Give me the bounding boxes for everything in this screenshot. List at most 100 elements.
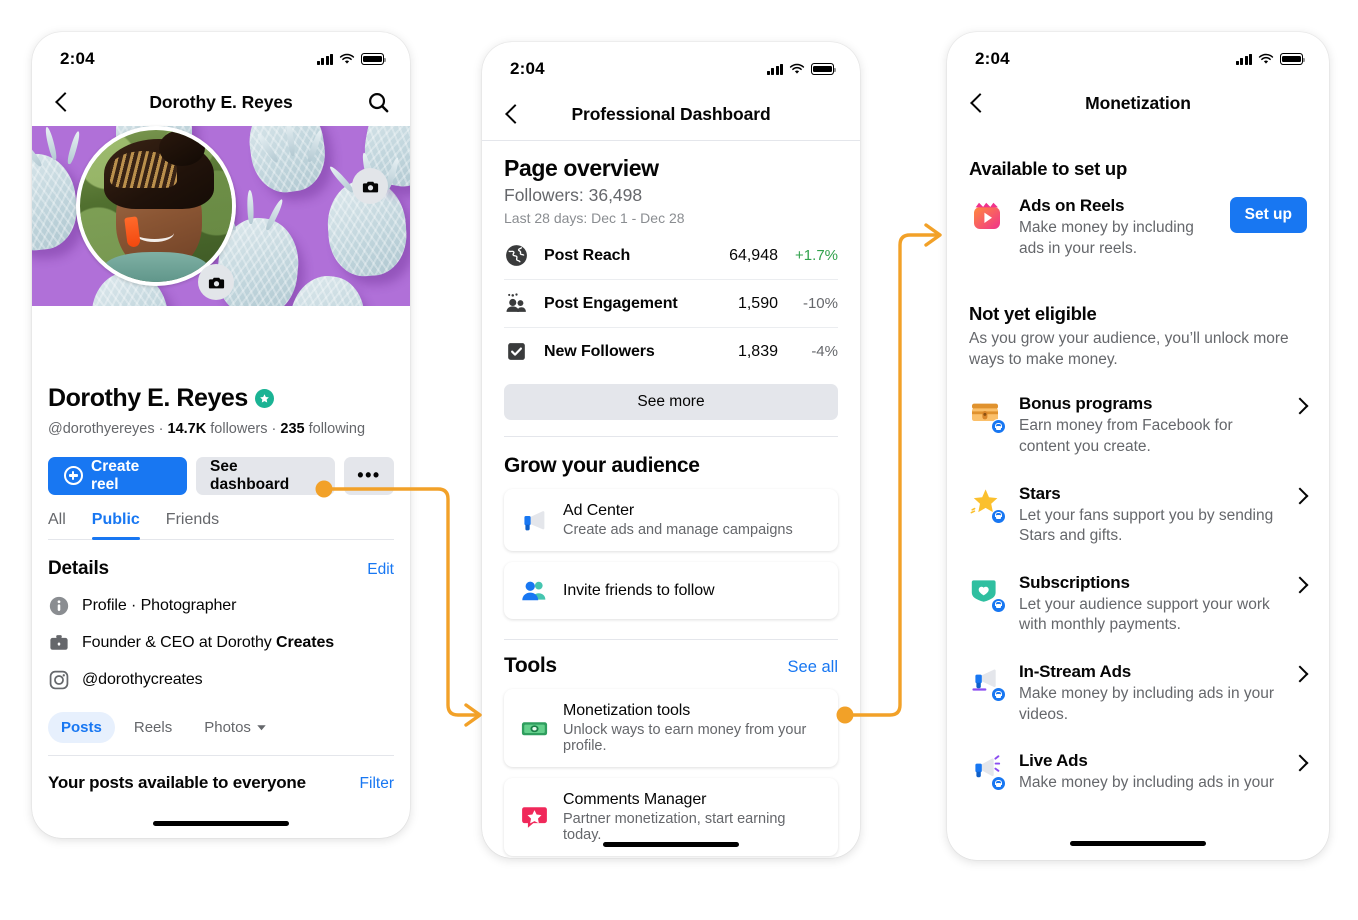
arrowhead-to-phone2 [464,703,482,727]
chip-posts[interactable]: Posts [48,711,115,743]
instagram-icon [49,670,69,689]
section-divider-2 [504,639,838,640]
tab-friends[interactable]: Friends [166,511,219,539]
stat-value: 1,590 [737,294,778,312]
back-button[interactable] [52,91,74,113]
check-badge-icon [504,339,530,364]
posts-header: Your posts available to everyone Filter [48,754,394,793]
card-subtitle: Partner monetization, start earning toda… [563,811,786,843]
detail-instagram-text: @dorothycreates [82,670,203,688]
megaphone-live-icon [969,751,1006,792]
item-title: Subscriptions [1019,572,1130,592]
see-more-button[interactable]: See more [504,384,838,420]
comment-star-icon [518,802,550,833]
arrowhead-to-phone3 [924,223,942,247]
edit-cover-photo-button[interactable] [352,168,388,204]
not-eligible-subtitle: As you grow your audience, you’ll unlock… [969,330,1289,368]
phone-profile-screen: 2:04 Dorothy E. Reyes Dorothy E. Reyes @… [32,32,410,838]
card-subtitle: Unlock ways to earn money from your prof… [563,722,807,754]
stat-row-post-reach[interactable]: Post Reach 64,948 +1.7% [504,232,838,279]
lock-badge-icon [991,597,1006,613]
star-icon [969,484,1006,524]
card-title: Ad Center [563,502,635,519]
tab-all-label: All [48,510,66,528]
back-button[interactable] [502,103,524,125]
subscriptions-text: Subscriptions Let your audience support … [1019,573,1279,636]
detail-row-instagram: @dorothycreates [48,669,394,691]
live-ads-text: Live Ads Make money by including ads in … [1019,751,1279,794]
monetization-item-live-ads[interactable]: Live Ads Make money by including ads in … [969,751,1307,794]
battery-icon [811,63,837,75]
followers-count: 14.7K [167,421,207,437]
dashboard-body: Page overview Followers: 36,498 Last 28 … [482,141,860,858]
back-button[interactable] [967,92,989,114]
home-indicator [603,841,739,847]
stat-value: 64,948 [729,246,778,264]
monetization-item-subscriptions[interactable]: Subscriptions Let your audience support … [969,573,1307,636]
item-title: In-Stream Ads [1019,662,1132,682]
page-overview-title: Page overview [504,155,659,181]
details-title: Details [48,557,109,579]
tools-see-all-link[interactable]: See all [788,658,838,677]
status-time: 2:04 [60,49,95,68]
see-more-label: See more [637,393,705,410]
posts-title: Your posts available to everyone [48,772,306,792]
create-reel-button[interactable]: Create reel [48,456,188,495]
posts-filter-link[interactable]: Filter [360,775,394,793]
stat-label: Post Engagement [544,294,678,312]
profile-name: Dorothy E. Reyes [48,384,248,412]
chip-reels[interactable]: Reels [121,712,185,743]
profile-action-buttons: Create reel See dashboard ••• [48,456,394,495]
tab-public[interactable]: Public [91,510,140,540]
card-comments-text: Comments Manager Partner monetization, s… [563,791,824,843]
tab-friends-label: Friends [165,510,220,528]
card-monetization-tools[interactable]: Monetization tools Unlock ways to earn m… [504,689,838,767]
status-icons [766,63,837,75]
date-range: Last 28 days: Dec 1 - Dec 28 [504,210,685,226]
card-monetization-text: Monetization tools Unlock ways to earn m… [563,702,824,754]
friends-icon [518,575,550,606]
battery-icon [1280,53,1306,65]
profile-body: Dorothy E. Reyes @dorothyereyes · 14.7K … [32,384,410,793]
item-title: Bonus programs [1019,394,1153,414]
briefcase-icon [50,634,68,650]
profile-photo[interactable] [76,126,236,286]
card-subtitle: Create ads and manage campaigns [563,522,793,538]
edit-profile-photo-button[interactable] [198,264,234,300]
monetization-item-bonus-programs[interactable]: Bonus programs Earn money from Facebook … [969,394,1307,457]
card-invite-friends[interactable]: Invite friends to follow [504,562,838,619]
monetization-item-stars[interactable]: Stars Let your fans support you by sendi… [969,484,1307,547]
stars-text: Stars Let your fans support you by sendi… [1019,484,1279,547]
stat-row-new-followers[interactable]: New Followers 1,839 -4% [504,327,838,375]
monetization-item-ads-on-reels[interactable]: Ads on Reels Make money by including ads… [969,196,1307,259]
status-time: 2:04 [975,49,1010,68]
chip-photos[interactable]: Photos [191,712,280,743]
avatar[interactable] [76,126,236,286]
edit-details-link[interactable]: Edit [367,561,394,579]
cellular-signal-icon [766,63,783,75]
followers-label: followers [210,421,268,437]
card-ad-center[interactable]: Ad Center Create ads and manage campaign… [504,489,838,551]
more-options-button[interactable]: ••• [344,456,394,495]
profile-navbar: Dorothy E. Reyes [32,78,410,126]
detail-row-work: Founder & CEO at Dorothy Creates [48,632,394,654]
lock-badge-icon [991,419,1006,435]
lock-badge-icon [991,687,1006,703]
monetization-navbar: Monetization [947,78,1329,128]
chevron-down-icon [257,724,266,730]
monetization-item-in-stream-ads[interactable]: In-Stream Ads Make money by including ad… [969,662,1307,725]
ads-on-reels-text: Ads on Reels Make money by including ads… [1019,196,1216,259]
see-dashboard-button[interactable]: See dashboard [196,456,335,495]
stat-row-post-engagement[interactable]: Post Engagement 1,590 -10% [504,279,838,327]
wifi-icon [339,53,355,64]
details-header: Details Edit [48,558,394,580]
set-up-button[interactable]: Set up [1229,197,1307,233]
search-icon[interactable] [367,91,390,114]
card-title: Comments Manager [563,791,707,808]
chip-photos-label: Photos [204,718,251,736]
tab-public-label: Public [91,510,140,528]
available-section-title: Available to set up [969,158,1128,179]
people-icon [504,291,530,316]
wifi-icon [789,63,805,74]
tab-all[interactable]: All [48,511,66,539]
